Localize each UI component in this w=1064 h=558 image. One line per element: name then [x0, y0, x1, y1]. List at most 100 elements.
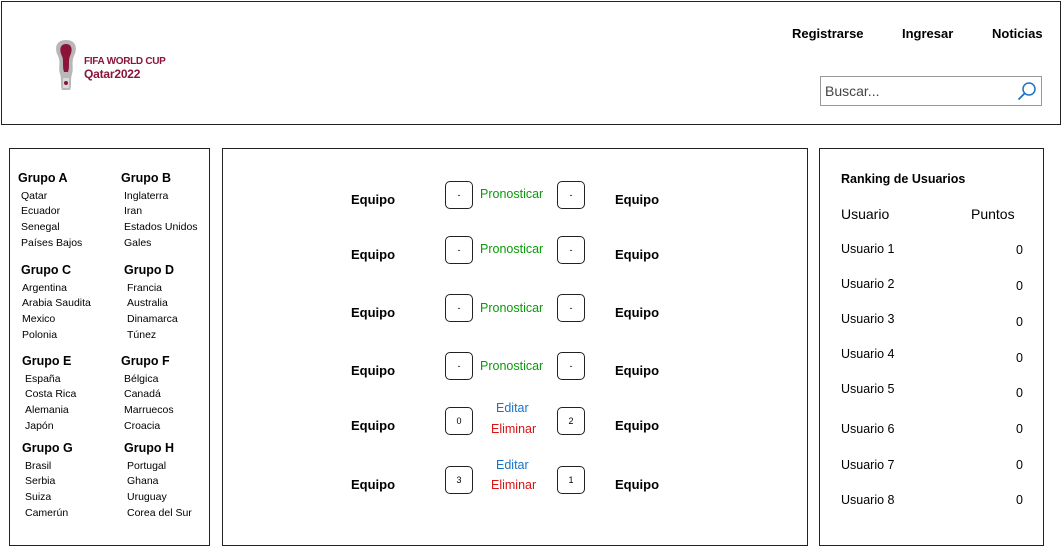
away-score-input[interactable]: - — [557, 181, 585, 209]
away-score-input[interactable]: 1 — [557, 466, 585, 494]
ranking-panel: Ranking de Usuarios Usuario Puntos Usuar… — [819, 148, 1044, 546]
ranking-points: 0 — [1016, 386, 1023, 400]
team-item: Mexico — [22, 313, 56, 325]
team-item: Alemania — [25, 404, 69, 416]
team-item: Ghana — [127, 475, 159, 487]
away-score-input[interactable]: - — [557, 352, 585, 380]
team-item: Suiza — [25, 491, 52, 503]
editar-button[interactable]: Editar — [496, 458, 529, 472]
eliminar-button[interactable]: Eliminar — [491, 478, 536, 492]
group-c-title: Grupo C — [21, 263, 71, 277]
team-item: Japón — [25, 420, 54, 432]
away-score-input[interactable]: - — [557, 294, 585, 322]
team-item: Túnez — [127, 329, 157, 341]
away-team-label: Equipo — [615, 477, 660, 492]
eliminar-button[interactable]: Eliminar — [491, 422, 536, 436]
home-score-input[interactable]: 3 — [445, 466, 473, 494]
ranking-user-header: Usuario — [841, 206, 890, 222]
header: FIFA WORLD CUP Qatar2022 Registrarse Ing… — [1, 1, 1061, 125]
home-score-input[interactable]: - — [445, 352, 473, 380]
group-f-title: Grupo F — [121, 354, 170, 368]
ranking-points-header: Puntos — [971, 206, 1015, 222]
pronosticar-button[interactable]: Pronosticar — [480, 301, 543, 315]
ranking-points: 0 — [1016, 458, 1023, 472]
team-item: Corea del Sur — [127, 507, 192, 519]
team-item: Qatar — [21, 190, 48, 202]
group-a-title: Grupo A — [18, 171, 68, 185]
ranking-points: 0 — [1016, 422, 1023, 436]
away-score-input[interactable]: 2 — [557, 407, 585, 435]
ranking-user: Usuario 3 — [841, 312, 895, 326]
ranking-user: Usuario 6 — [841, 422, 895, 436]
ranking-points: 0 — [1016, 493, 1023, 507]
home-score-input[interactable]: 0 — [445, 407, 473, 435]
away-team-label: Equipo — [615, 192, 660, 207]
search-icon[interactable] — [1017, 81, 1037, 101]
away-team-label: Equipo — [615, 247, 660, 262]
team-item: Portugal — [127, 460, 167, 472]
away-team-label: Equipo — [615, 305, 660, 320]
ranking-title: Ranking de Usuarios — [841, 172, 966, 186]
team-item: Camerún — [25, 507, 69, 519]
team-item: Marruecos — [124, 404, 174, 416]
home-score-input[interactable]: - — [445, 236, 473, 264]
team-item: Francia — [127, 282, 163, 294]
away-team-label: Equipo — [615, 363, 660, 378]
group-b-title: Grupo B — [121, 171, 171, 185]
group-h-title: Grupo H — [124, 441, 174, 455]
ranking-user: Usuario 2 — [841, 277, 895, 291]
nav-registrarse-link[interactable]: Registrarse — [792, 26, 864, 41]
team-item: Canadá — [124, 388, 161, 400]
team-item: Ecuador — [21, 205, 61, 217]
home-score-input[interactable]: - — [445, 294, 473, 322]
team-item: Brasil — [25, 460, 52, 472]
home-team-label: Equipo — [351, 477, 396, 492]
away-score-input[interactable]: - — [557, 236, 585, 264]
group-g-title: Grupo G — [22, 441, 73, 455]
fifa-world-cup-logo[interactable]: FIFA WORLD CUP Qatar2022 — [52, 38, 182, 94]
team-item: Australia — [127, 297, 168, 309]
team-item: Dinamarca — [127, 313, 178, 325]
away-team-label: Equipo — [615, 418, 660, 433]
home-team-label: Equipo — [351, 418, 396, 433]
nav-noticias-link[interactable]: Noticias — [992, 26, 1043, 41]
team-item: Argentina — [22, 282, 67, 294]
team-item: Uruguay — [127, 491, 167, 503]
logo-subtitle: Qatar2022 — [84, 67, 141, 81]
home-score-input[interactable]: - — [445, 181, 473, 209]
ranking-user: Usuario 4 — [841, 347, 895, 361]
team-item: Bélgica — [124, 373, 159, 385]
home-team-label: Equipo — [351, 192, 396, 207]
pronosticar-button[interactable]: Pronosticar — [480, 359, 543, 373]
ranking-points: 0 — [1016, 351, 1023, 365]
team-item: Inglaterra — [124, 190, 169, 202]
pronosticar-button[interactable]: Pronosticar — [480, 187, 543, 201]
ranking-points: 0 — [1016, 243, 1023, 257]
editar-button[interactable]: Editar — [496, 401, 529, 415]
group-e-title: Grupo E — [22, 354, 72, 368]
search-input[interactable] — [821, 77, 1019, 105]
team-item: Croacia — [124, 420, 161, 432]
ranking-user: Usuario 5 — [841, 382, 895, 396]
matches-panel: Equipo - Pronosticar - Equipo Equipo - P… — [222, 148, 808, 546]
team-item: Gales — [124, 237, 152, 249]
groups-panel: Grupo A Qatar Ecuador Senegal Países Baj… — [9, 148, 210, 546]
team-item: Estados Unidos — [124, 221, 198, 233]
logo-title: FIFA WORLD CUP — [84, 56, 166, 67]
ranking-user: Usuario 8 — [841, 493, 895, 507]
pronosticar-button[interactable]: Pronosticar — [480, 242, 543, 256]
team-item: Polonia — [22, 329, 58, 341]
team-item: Arabia Saudita — [22, 297, 91, 309]
home-team-label: Equipo — [351, 305, 396, 320]
team-item: Senegal — [21, 221, 60, 233]
team-item: Serbia — [25, 475, 56, 487]
home-team-label: Equipo — [351, 247, 396, 262]
nav-ingresar-link[interactable]: Ingresar — [902, 26, 953, 41]
search-box — [820, 76, 1042, 106]
team-item: Iran — [124, 205, 143, 217]
ranking-user: Usuario 7 — [841, 458, 895, 472]
world-cup-trophy-icon — [56, 40, 76, 90]
ranking-user: Usuario 1 — [841, 242, 895, 256]
team-item: Países Bajos — [21, 237, 83, 249]
group-d-title: Grupo D — [124, 263, 174, 277]
